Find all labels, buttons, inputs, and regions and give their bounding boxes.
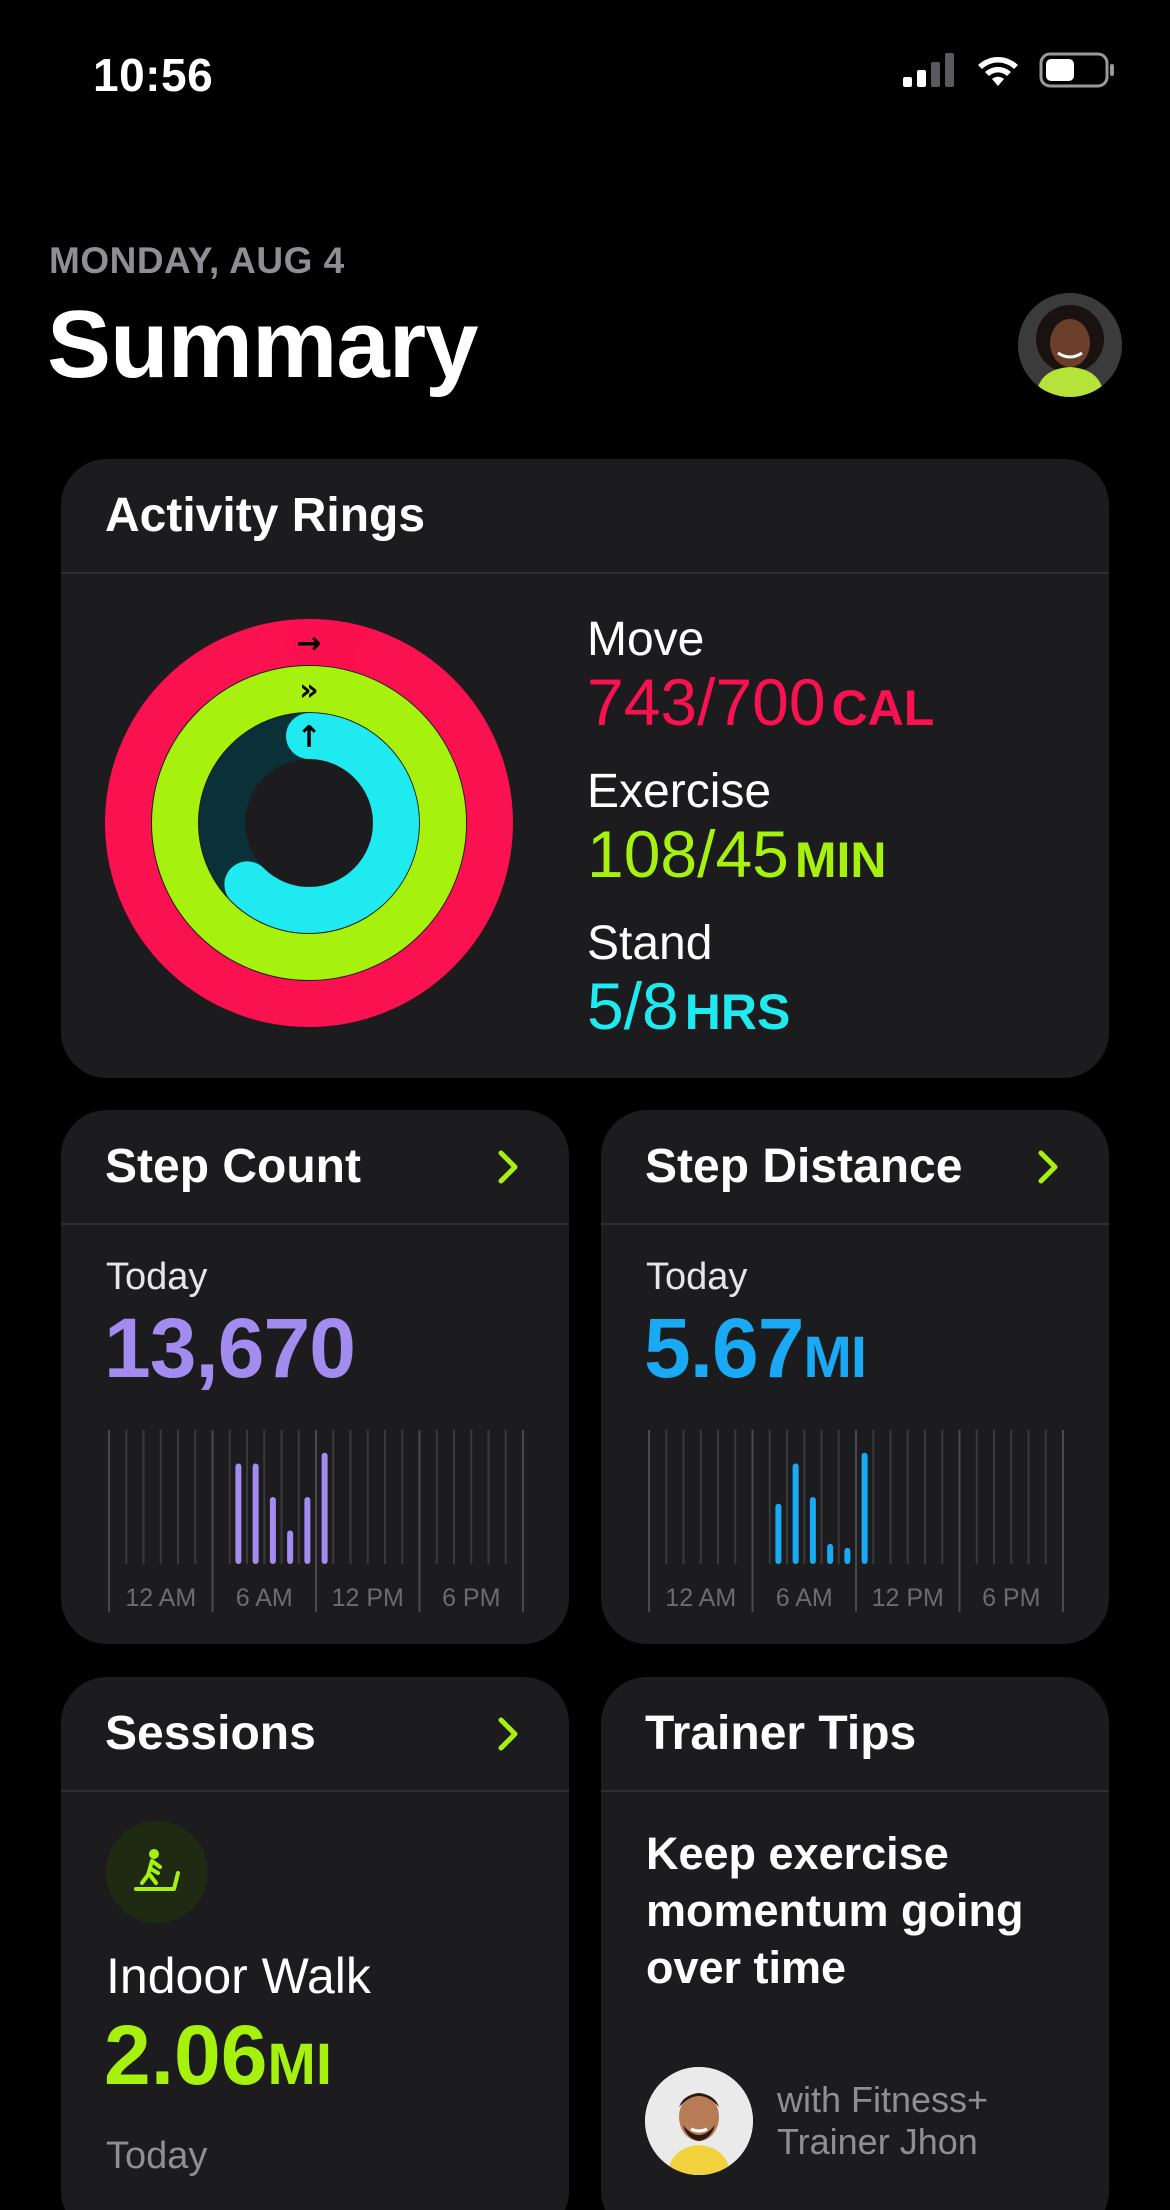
stand-value: 5/8 [587, 969, 679, 1043]
step-distance-axis-label: 6 PM [982, 1584, 1040, 1612]
step-count-bar [252, 1463, 259, 1564]
exercise-unit: MIN [794, 832, 887, 888]
step-count-value: 13,670 [104, 1301, 356, 1395]
move-label: Move [587, 613, 705, 666]
step-distance-axis-label: 12 PM [872, 1584, 944, 1612]
step-distance-axis-label: 6 AM [776, 1584, 833, 1612]
step-distance-unit: MI [803, 1325, 867, 1390]
move-unit: CAL [831, 680, 935, 736]
session-unit: MI [267, 2032, 332, 2097]
period-label: Today [106, 1256, 208, 1298]
ring-metrics: Move 743/700 CAL Exercise 108/45 MIN Stand… [587, 614, 934, 1070]
step-distance-axis-label: 12 AM [665, 1584, 736, 1612]
page-title: Summary [47, 291, 479, 398]
move-ring-arrow-icon: → [296, 626, 321, 661]
step-distance-bar [809, 1497, 816, 1564]
card-title: Sessions [105, 1707, 316, 1760]
step-count-axis-label: 12 AM [125, 1584, 196, 1612]
step-count-bar [321, 1452, 328, 1564]
step-distance-bar [775, 1503, 782, 1564]
card-title: Trainer Tips [645, 1707, 917, 1760]
exercise-value-row: 108/45 MIN [587, 818, 934, 896]
tip-text: Keep exercise momentum going over time [646, 1828, 1024, 1993]
card-header: Step Distance [601, 1110, 1109, 1225]
step-count-bar [235, 1463, 242, 1564]
activity-rings: → » ↑ [105, 619, 513, 1027]
trainer-line-1: with Fitness+ [777, 2079, 989, 2120]
step-distance-bar [827, 1543, 834, 1564]
stand-ring-arrow-icon: ↑ [296, 720, 321, 755]
exercise-metric: Exercise 108/45 MIN [587, 766, 934, 896]
move-value: 743/700 [587, 665, 826, 739]
step-count-bar [269, 1497, 276, 1564]
cellular-signal-icon [903, 53, 954, 87]
step-distance-bar [844, 1547, 851, 1564]
step-count-bar [287, 1530, 294, 1564]
stand-metric: Stand 5/8 HRS [587, 918, 934, 1048]
indoor-walk-icon [106, 1821, 208, 1923]
battery-icon [1039, 52, 1114, 88]
card-title: Step Count [105, 1140, 361, 1193]
session-value: 2.06 [104, 2008, 268, 2102]
stand-label: Stand [587, 917, 713, 970]
step-count-axis-label: 6 PM [442, 1584, 500, 1612]
step-distance-value: 5.67 [644, 1301, 804, 1395]
exercise-value: 108/45 [587, 817, 789, 891]
card-header: Activity Rings [61, 459, 1109, 574]
treadmill-walker-icon [134, 1849, 180, 1891]
activity-rings-card[interactable]: Activity Rings → » ↑ Move 743/700 CAL Exerc… [61, 459, 1109, 1078]
move-metric: Move 743/700 CAL [587, 614, 934, 744]
trainer-photo-icon [645, 2067, 753, 2175]
status-icons [903, 52, 1115, 88]
step-distance-bar [861, 1452, 868, 1564]
card-title: Step Distance [645, 1140, 963, 1193]
status-time: 10:56 [93, 49, 214, 101]
step-distance-bar [792, 1463, 799, 1564]
step-count-bar [304, 1497, 311, 1564]
step-distance-chart: 12 AM 6 AM 12 PM 6 PM [648, 1430, 1064, 1612]
session-period: Today [106, 2135, 208, 2177]
date-label: MONDAY, AUG 4 [49, 240, 345, 281]
card-title: Activity Rings [105, 489, 426, 542]
profile-avatar[interactable] [1018, 293, 1122, 397]
profile-photo-icon [1018, 293, 1122, 397]
chevron-right-icon[interactable] [491, 1147, 525, 1187]
card-header: Step Count [61, 1110, 569, 1225]
step-count-axis-label: 12 PM [332, 1584, 404, 1612]
step-distance-card[interactable]: Step Distance Today 5.67MI 12 AM 6 AM 12 P… [601, 1110, 1109, 1644]
period-label: Today [646, 1256, 748, 1298]
session-activity-name: Indoor Walk [106, 1948, 371, 2004]
chevron-right-icon[interactable] [1031, 1147, 1065, 1187]
step-count-axis-label: 6 AM [236, 1584, 293, 1612]
session-value-row: 2.06MI [104, 2007, 332, 2104]
stand-value-row: 5/8 HRS [587, 970, 934, 1048]
step-distance-value-row: 5.67MI [644, 1300, 867, 1397]
wifi-icon [978, 57, 1018, 86]
move-ring-cap [354, 633, 399, 678]
trainer-avatar [645, 2067, 753, 2175]
sessions-card[interactable]: Sessions Indoor Walk 2.06MI Today [61, 1677, 569, 2210]
card-header: Trainer Tips [601, 1677, 1109, 1792]
card-header: Sessions [61, 1677, 569, 1792]
exercise-ring-cap [365, 909, 410, 954]
exercise-ring-arrow-icon: » [299, 673, 318, 708]
step-count-chart: 12 AM 6 AM 12 PM 6 PM [108, 1430, 524, 1612]
trainer-tips-card[interactable]: Trainer Tips Keep exercise momentum goin… [601, 1677, 1109, 2210]
move-value-row: 743/700 CAL [587, 666, 934, 744]
stand-unit: HRS [684, 984, 791, 1040]
chevron-right-icon[interactable] [491, 1714, 525, 1754]
step-count-card[interactable]: Step Count Today 13,670 12 AM 6 AM 12 PM 6 … [61, 1110, 569, 1644]
exercise-label: Exercise [587, 765, 772, 818]
trainer-line-2: Trainer Jhon [777, 2121, 978, 2162]
